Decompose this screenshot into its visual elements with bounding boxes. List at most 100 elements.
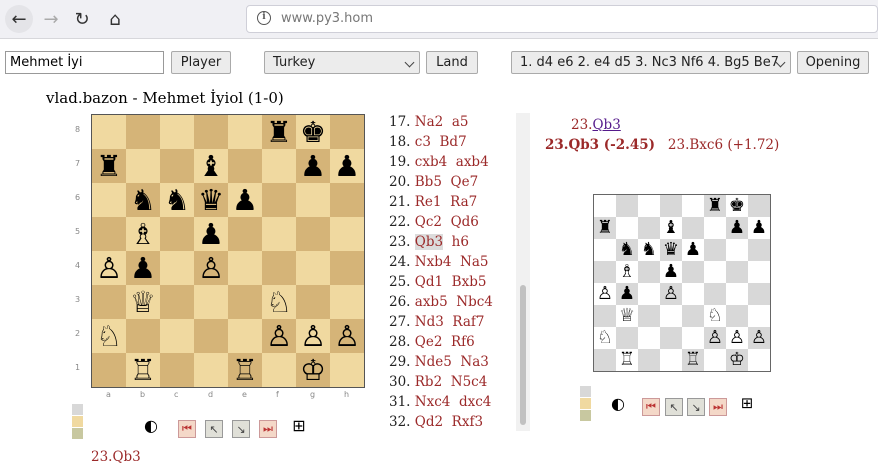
square-g4[interactable] xyxy=(726,283,748,305)
square-a1[interactable] xyxy=(594,349,616,371)
square-b7[interactable] xyxy=(616,217,638,239)
square-g8[interactable]: ♚ xyxy=(296,115,330,149)
white-move[interactable]: Qb3 xyxy=(414,234,444,250)
square-e7[interactable] xyxy=(228,149,262,183)
square-h6[interactable] xyxy=(748,239,770,261)
player-button[interactable]: Player xyxy=(171,51,231,74)
black-move[interactable]: Ra7 xyxy=(450,194,477,210)
square-c6[interactable]: ♞ xyxy=(638,239,660,261)
white-move[interactable]: Qe2 xyxy=(415,334,443,350)
square-h3[interactable] xyxy=(748,305,770,327)
black-pawn-icon[interactable]: ♟ xyxy=(232,185,258,215)
white-rook-icon[interactable]: ♖ xyxy=(232,355,258,385)
square-e1[interactable]: ♖ xyxy=(228,353,262,387)
mini-next-move-icon[interactable]: ↘ xyxy=(687,398,705,416)
white-queen-icon[interactable]: ♕ xyxy=(130,287,156,317)
square-d1[interactable] xyxy=(660,349,682,371)
white-rook-icon[interactable]: ♖ xyxy=(685,351,701,369)
square-f6[interactable] xyxy=(262,183,296,217)
square-d6[interactable]: ♛ xyxy=(194,183,228,217)
white-pawn-icon[interactable]: ♙ xyxy=(729,329,745,347)
square-f2[interactable]: ♙ xyxy=(262,319,296,353)
square-c7[interactable] xyxy=(638,217,660,239)
square-c3[interactable] xyxy=(638,305,660,327)
square-b1[interactable]: ♖ xyxy=(126,353,160,387)
black-king-icon[interactable]: ♚ xyxy=(729,197,745,215)
black-rook-icon[interactable]: ♜ xyxy=(96,151,122,181)
square-h5[interactable] xyxy=(330,217,364,251)
square-e5[interactable] xyxy=(228,217,262,251)
black-knight-icon[interactable]: ♞ xyxy=(164,185,190,215)
mini-last-move-icon[interactable]: ⏭ xyxy=(709,398,727,416)
black-move[interactable]: axb4 xyxy=(456,154,489,170)
white-move[interactable]: Qd2 xyxy=(415,414,443,430)
square-a4[interactable]: ♙ xyxy=(92,251,126,285)
square-h2[interactable]: ♙ xyxy=(748,327,770,349)
square-h1[interactable] xyxy=(748,349,770,371)
white-move[interactable]: cxb4 xyxy=(415,154,447,170)
square-h3[interactable] xyxy=(330,285,364,319)
square-g2[interactable]: ♙ xyxy=(726,327,748,349)
square-b5[interactable]: ♗ xyxy=(616,261,638,283)
square-d5[interactable]: ♟ xyxy=(660,261,682,283)
square-h8[interactable] xyxy=(748,195,770,217)
square-g2[interactable]: ♙ xyxy=(296,319,330,353)
white-bishop-icon[interactable]: ♗ xyxy=(130,219,156,249)
square-a8[interactable] xyxy=(92,115,126,149)
square-b2[interactable] xyxy=(126,319,160,353)
black-pawn-icon[interactable]: ♟ xyxy=(751,219,767,237)
first-move-icon[interactable]: ⏮ xyxy=(178,420,196,438)
square-c4[interactable] xyxy=(638,283,660,305)
square-d3[interactable] xyxy=(194,285,228,319)
opening-select[interactable]: 1. d4 e6 2. e4 d5 3. Nc3 Nf6 4. Bg5 Be7 xyxy=(511,51,791,74)
square-b6[interactable]: ♞ xyxy=(616,239,638,261)
square-g5[interactable] xyxy=(726,261,748,283)
white-move[interactable]: Re1 xyxy=(415,194,442,210)
square-f2[interactable]: ♙ xyxy=(704,327,726,349)
square-e1[interactable]: ♖ xyxy=(682,349,704,371)
black-bishop-icon[interactable]: ♝ xyxy=(663,219,679,237)
url-bar[interactable]: i www.py3.hom xyxy=(246,5,878,33)
square-e6[interactable]: ♟ xyxy=(228,183,262,217)
scrollbar-thumb[interactable] xyxy=(520,285,526,425)
black-pawn-icon[interactable]: ♟ xyxy=(198,219,224,249)
white-knight-icon[interactable]: ♘ xyxy=(707,307,723,325)
square-e3[interactable] xyxy=(682,305,704,327)
black-move[interactable]: a5 xyxy=(452,114,469,130)
square-b1[interactable]: ♖ xyxy=(616,349,638,371)
square-g4[interactable] xyxy=(296,251,330,285)
mini-grid-icon[interactable]: ⊞ xyxy=(739,394,755,412)
black-move[interactable]: Rxf3 xyxy=(452,414,483,430)
prev-move-icon[interactable]: ↖ xyxy=(205,420,223,438)
white-move[interactable]: Qc2 xyxy=(415,214,442,230)
white-king-icon[interactable]: ♔ xyxy=(300,355,326,385)
square-b4[interactable]: ♟ xyxy=(126,251,160,285)
square-d1[interactable] xyxy=(194,353,228,387)
square-e8[interactable] xyxy=(682,195,704,217)
square-f5[interactable] xyxy=(262,217,296,251)
square-d2[interactable] xyxy=(660,327,682,349)
white-pawn-icon[interactable]: ♙ xyxy=(751,329,767,347)
square-a8[interactable] xyxy=(594,195,616,217)
black-pawn-icon[interactable]: ♟ xyxy=(334,151,360,181)
square-f3[interactable]: ♘ xyxy=(262,285,296,319)
square-d7[interactable]: ♝ xyxy=(660,217,682,239)
white-pawn-icon[interactable]: ♙ xyxy=(300,321,326,351)
white-move[interactable]: Rb2 xyxy=(415,374,442,390)
square-d4[interactable]: ♙ xyxy=(660,283,682,305)
last-move-icon[interactable]: ⏭ xyxy=(259,420,277,438)
square-a4[interactable]: ♙ xyxy=(594,283,616,305)
white-bishop-icon[interactable]: ♗ xyxy=(619,263,635,281)
move-list-scrollbar[interactable] xyxy=(516,113,530,431)
black-move[interactable]: Rf6 xyxy=(451,334,475,350)
opening-button[interactable]: Opening xyxy=(797,51,869,74)
square-c7[interactable] xyxy=(160,149,194,183)
white-knight-icon[interactable]: ♘ xyxy=(266,287,292,317)
black-move[interactable]: dxc4 xyxy=(459,394,491,410)
chess-board[interactable]: ♜ ♚ ♜ ♝ ♟ ♟ ♞ ♞ ♛ ♟ ♗ ♟ ♙ ♟ ♙ ♕ ♘ ♘ ♙ ♙ ♙ ♖ ♖ ♔ xyxy=(91,114,365,388)
color-swatch[interactable] xyxy=(72,416,83,427)
square-c2[interactable] xyxy=(638,327,660,349)
square-a2[interactable]: ♘ xyxy=(594,327,616,349)
square-e4[interactable] xyxy=(682,283,704,305)
square-a3[interactable] xyxy=(92,285,126,319)
